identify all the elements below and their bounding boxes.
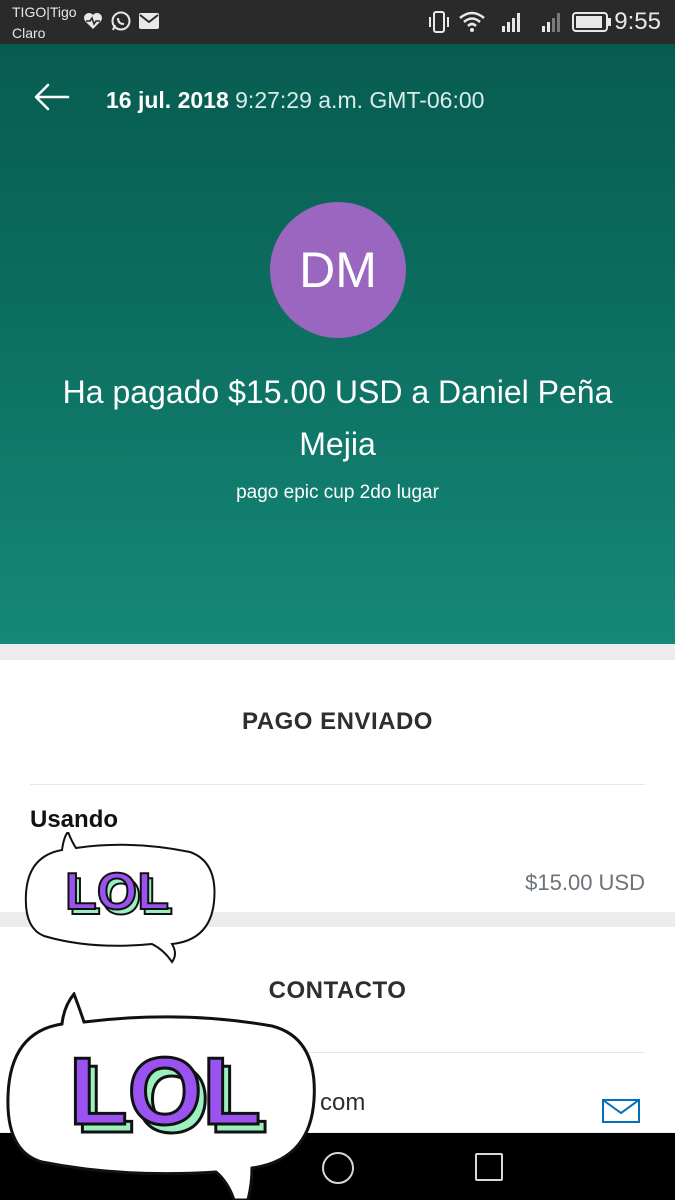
- signal-icon: [502, 13, 520, 32]
- using-label: Usando: [30, 806, 119, 833]
- lol-sticker-large: LOL LOL: [6, 992, 316, 1200]
- divider: [30, 784, 645, 785]
- avatar: DM: [270, 202, 406, 338]
- transaction-date: 16 jul. 2018: [106, 87, 229, 113]
- transaction-header: 16 jul. 2018 9:27:29 a.m. GMT-06:00 DM H…: [0, 44, 675, 644]
- envelope-icon[interactable]: [602, 1099, 640, 1123]
- lol-sticker-small: LOL LOL: [24, 832, 216, 964]
- home-button[interactable]: [322, 1152, 354, 1184]
- battery-icon: [572, 12, 611, 32]
- status-bar: TIGO|Tigo Claro 9:55: [0, 0, 675, 44]
- lol-sticker-small-text: LOL: [65, 863, 169, 921]
- payment-amount: $15.00 USD: [525, 870, 645, 895]
- recent-apps-button[interactable]: [475, 1153, 503, 1181]
- back-arrow-icon[interactable]: [32, 82, 72, 112]
- payment-status-title: PAGO ENVIADO: [242, 708, 433, 735]
- mail-notification-icon: [139, 13, 159, 29]
- contact-email[interactable]: com: [320, 1089, 365, 1117]
- transaction-time: 9:27:29 a.m. GMT-06:00: [235, 87, 485, 113]
- payment-note: pago epic cup 2do lugar: [236, 482, 439, 503]
- signal-weak-icon: [542, 13, 560, 32]
- health-icon: [84, 13, 102, 29]
- carrier-primary: TIGO|Tigo: [12, 4, 77, 20]
- transaction-datetime: 16 jul. 2018 9:27:29 a.m. GMT-06:00: [106, 87, 484, 114]
- whatsapp-icon: [111, 11, 131, 31]
- wifi-icon: [459, 11, 485, 32]
- carrier-secondary: Claro: [12, 25, 46, 41]
- vibrate-icon: [429, 11, 449, 33]
- lol-sticker-large-text: LOL: [69, 1038, 261, 1145]
- clock: 9:55: [614, 8, 661, 35]
- payment-headline: Ha pagado $15.00 USD a Daniel Peña Mejia: [62, 374, 613, 462]
